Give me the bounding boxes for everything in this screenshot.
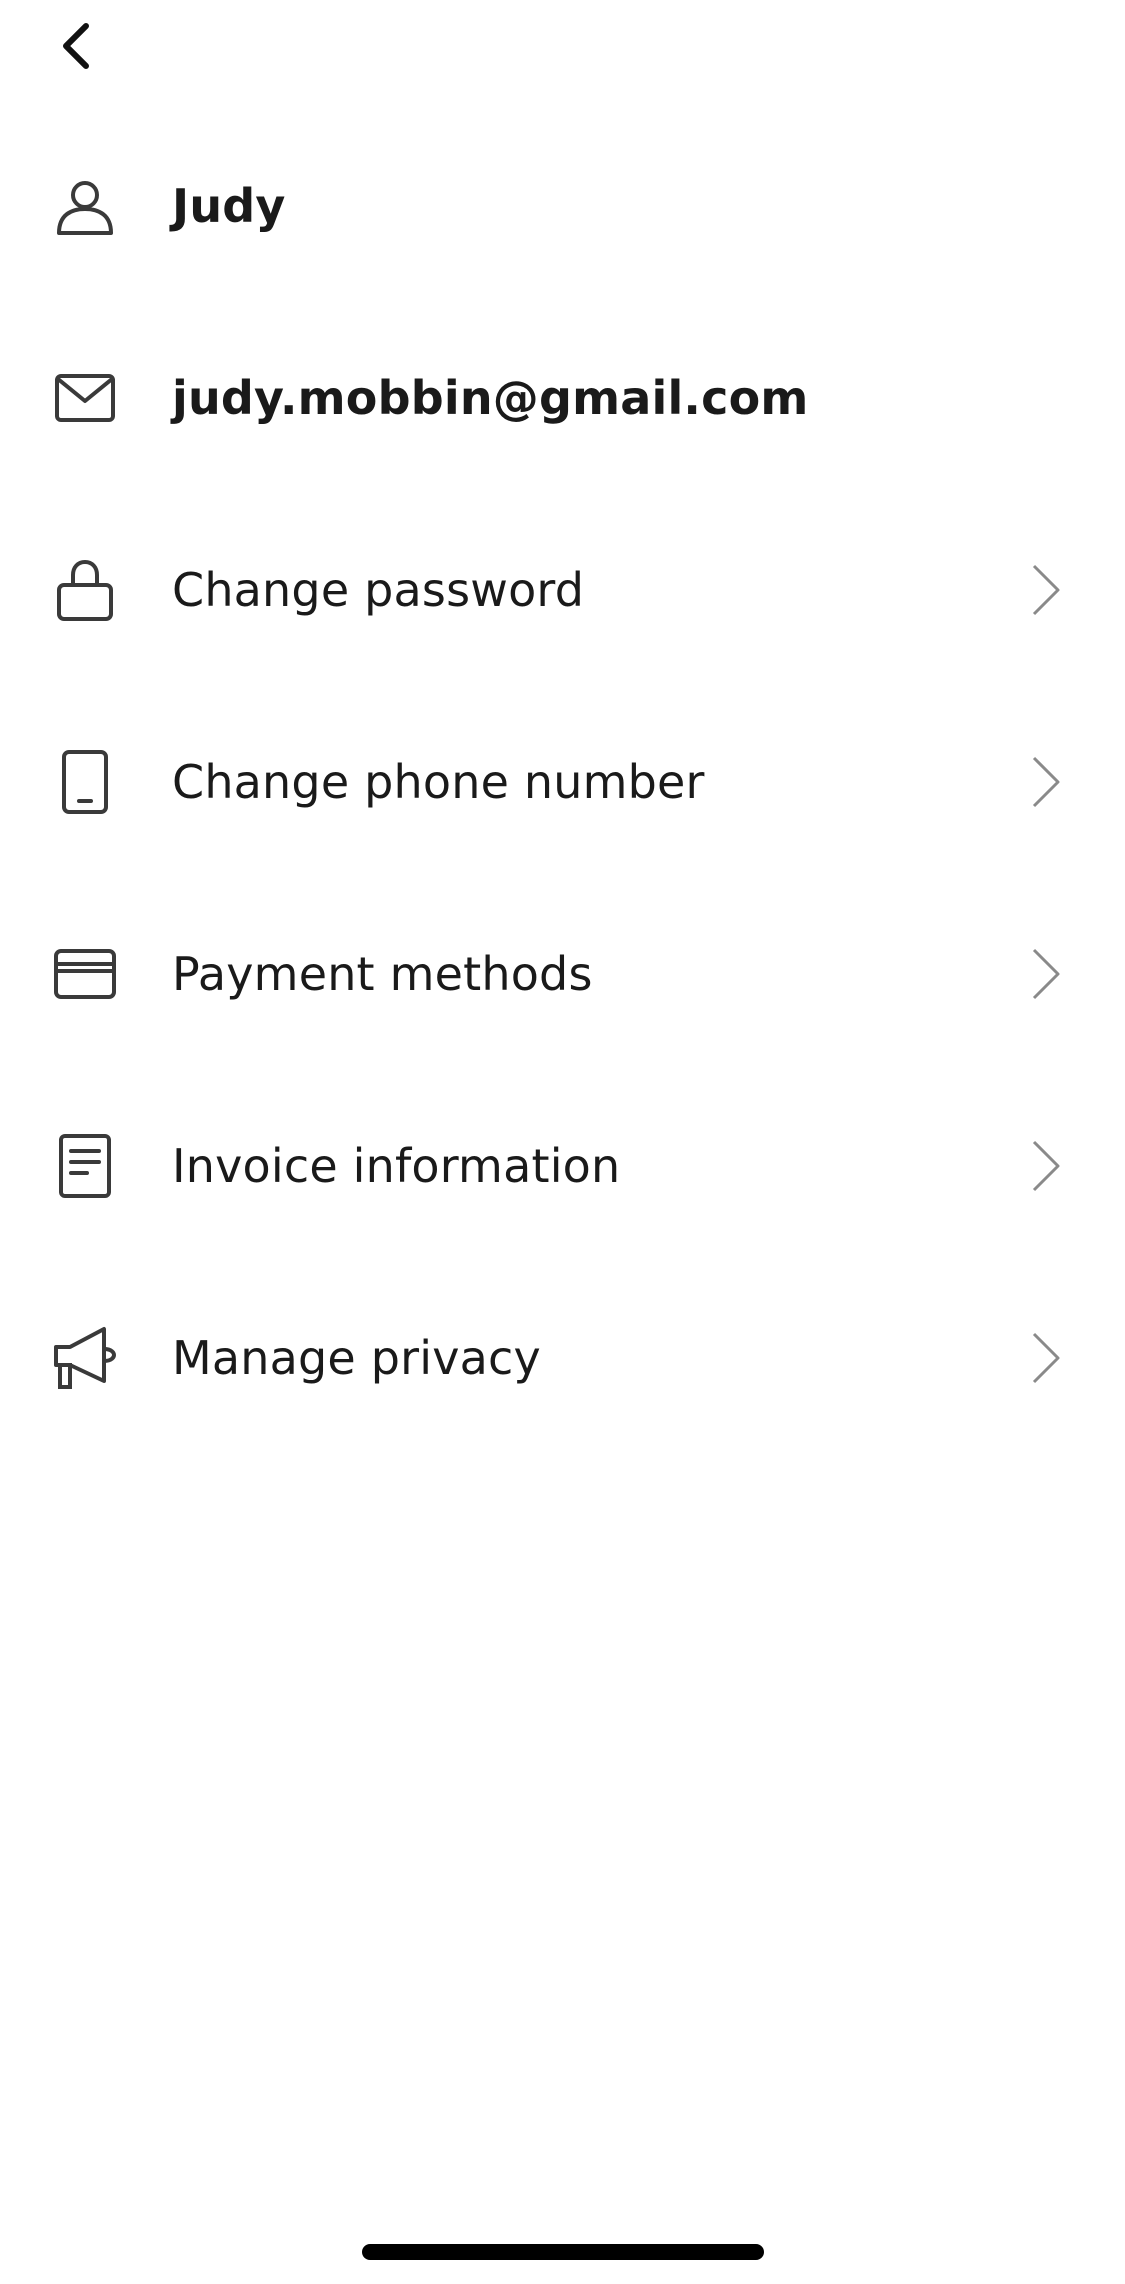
chevron-right-icon (1026, 1136, 1066, 1196)
account-list: Judy judy.mobbin@gmail.com Change passwo… (0, 110, 1125, 1454)
account-name: Judy (172, 179, 286, 233)
account-email: judy.mobbin@gmail.com (172, 371, 809, 425)
chevron-right-icon (1026, 1328, 1066, 1388)
credit-card-icon (52, 941, 118, 1007)
account-email-row: judy.mobbin@gmail.com (0, 302, 1125, 494)
menu-item-invoice-information[interactable]: Invoice information (0, 1070, 1125, 1262)
chevron-left-icon (63, 23, 89, 69)
home-indicator (362, 2244, 764, 2260)
envelope-icon (52, 365, 118, 431)
lock-icon (52, 557, 118, 623)
chevron-right-icon (1026, 944, 1066, 1004)
menu-item-label: Invoice information (172, 1139, 621, 1193)
account-name-row: Judy (0, 110, 1125, 302)
menu-item-label: Change phone number (172, 755, 705, 809)
chevron-right-icon (1026, 560, 1066, 620)
document-icon (52, 1133, 118, 1199)
menu-item-change-phone-number[interactable]: Change phone number (0, 686, 1125, 878)
account-settings-screen: Judy judy.mobbin@gmail.com Change passwo… (0, 0, 1125, 2284)
menu-item-label: Payment methods (172, 947, 593, 1001)
menu-item-label: Change password (172, 563, 585, 617)
phone-icon (52, 749, 118, 815)
menu-item-label: Manage privacy (172, 1331, 541, 1385)
person-icon (52, 173, 118, 239)
chevron-right-icon (1026, 752, 1066, 812)
menu-item-manage-privacy[interactable]: Manage privacy (0, 1262, 1125, 1454)
menu-item-payment-methods[interactable]: Payment methods (0, 878, 1125, 1070)
back-button[interactable] (40, 10, 112, 82)
megaphone-icon (52, 1325, 118, 1391)
menu-item-change-password[interactable]: Change password (0, 494, 1125, 686)
